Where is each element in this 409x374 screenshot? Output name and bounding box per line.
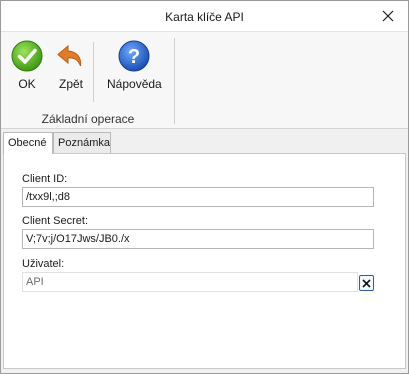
back-button[interactable]: Zpět: [55, 40, 87, 91]
window-title: Karta klíče API: [165, 10, 244, 24]
title-bar: Karta klíče API: [1, 1, 408, 32]
ok-button[interactable]: OK: [11, 40, 43, 91]
help-circle-icon: ?: [118, 40, 150, 72]
client-secret-field[interactable]: [22, 229, 374, 249]
user-label: Uživatel:: [22, 258, 65, 270]
user-field[interactable]: [22, 272, 358, 292]
ribbon-group-label: Základní operace: [41, 112, 135, 126]
clear-user-button[interactable]: [359, 275, 374, 291]
ribbon-toolbar: OK Zpět ? Nápověda Základní operace: [1, 32, 408, 129]
help-label: Nápověda: [107, 77, 162, 91]
tab-general[interactable]: Obecné: [3, 132, 53, 154]
client-id-label: Client ID:: [22, 173, 68, 185]
svg-text:?: ?: [128, 46, 140, 68]
ok-label: OK: [18, 77, 36, 91]
ribbon-separator: [93, 42, 94, 102]
help-button[interactable]: ? Nápověda: [107, 40, 162, 91]
close-button[interactable]: [376, 5, 400, 27]
client-secret-label: Client Secret:: [22, 215, 89, 227]
back-label: Zpět: [58, 77, 83, 91]
clear-icon: [362, 278, 371, 288]
close-icon: [382, 10, 394, 22]
client-id-field[interactable]: [22, 187, 374, 207]
tab-panel-general: Client ID: Client Secret: Uživatel:: [3, 153, 406, 369]
undo-arrow-icon: [57, 44, 82, 67]
tab-note[interactable]: Poznámka: [53, 132, 111, 153]
check-circle-icon: [11, 40, 43, 72]
dialog-window: Karta klíče API OK Zpět ? Nápověda Zákla…: [0, 0, 409, 374]
